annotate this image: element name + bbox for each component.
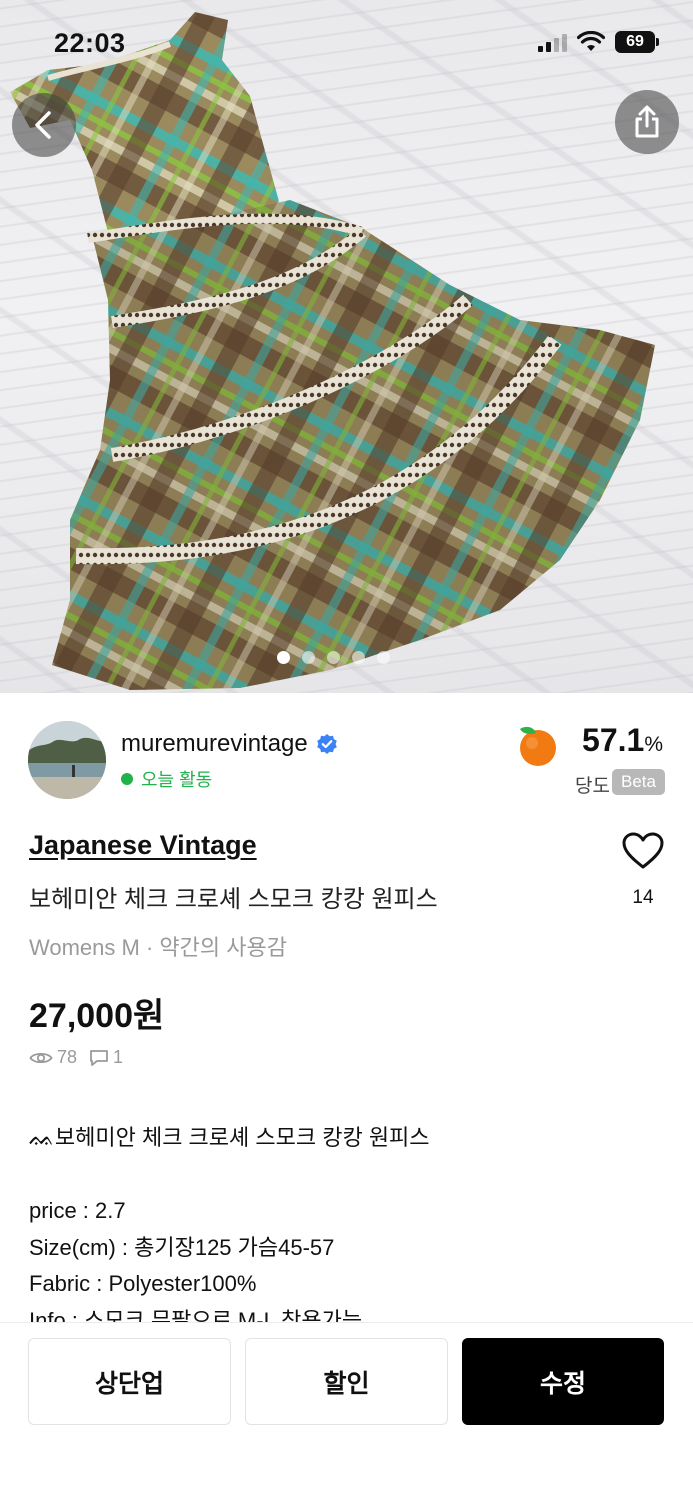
eye-icon [29, 1052, 53, 1063]
battery-icon: 69 [615, 31, 659, 53]
online-dot-icon [121, 773, 133, 785]
activity-text: 오늘 활동 [141, 770, 213, 790]
like-count: 14 [632, 887, 654, 908]
comment-icon [90, 1049, 108, 1066]
bottom-action-bar: 상단업 할인 수정 [0, 1322, 693, 1500]
view-count: 78 [57, 1047, 78, 1067]
avatar-image [28, 721, 106, 799]
seller-avatar[interactable] [28, 721, 106, 799]
peach-icon [520, 726, 556, 766]
wifi-icon [577, 31, 605, 51]
gallery-dot[interactable] [377, 651, 390, 664]
product-stats: 78 1 [29, 1047, 129, 1068]
brand-link[interactable]: Japanese Vintage [29, 830, 257, 861]
like-button[interactable] [620, 828, 666, 874]
gallery-dot[interactable] [277, 651, 290, 664]
beta-badge: Beta [612, 769, 665, 795]
chevron-left-icon [35, 111, 51, 139]
verified-badge-icon [316, 734, 337, 754]
description-line: price : 2.7 [29, 1198, 126, 1223]
gallery-dot[interactable] [352, 651, 365, 664]
share-icon [635, 105, 659, 138]
description-line: ᨐ보헤미안 체크 크로셰 스모크 캉캉 원피스 [29, 1125, 430, 1150]
sweetness-value: 57.1 [582, 722, 645, 758]
description-line: Size(cm) : 총기장125 가슴45-57 [29, 1234, 335, 1260]
heart-icon [622, 832, 664, 869]
seller-name-text: muremurevintage [121, 730, 308, 757]
product-photo [10, 12, 655, 690]
product-description: ᨐ보헤미안 체크 크로셰 스모크 캉캉 원피스 price : 2.7 Size… [29, 1120, 669, 1322]
product-title: 보헤미안 체크 크로셰 스모크 캉캉 원피스 [29, 886, 438, 913]
description-line: Info : 스모크 뮤팔으로 M-L 착용가능 [29, 1307, 363, 1323]
discount-button[interactable]: 할인 [245, 1338, 448, 1425]
gallery-pagination[interactable] [277, 651, 390, 664]
product-price: 27,000원 [29, 997, 165, 1035]
gallery-dot[interactable] [327, 651, 340, 664]
product-image-gallery[interactable]: 22:03 69 [0, 0, 693, 693]
comment-count: 1 [113, 1047, 124, 1067]
gallery-dot[interactable] [302, 651, 315, 664]
back-button[interactable] [12, 93, 76, 157]
description-line [29, 1157, 669, 1194]
sweetness-label: 당도 [575, 776, 610, 797]
status-indicators: 69 [538, 31, 659, 53]
bump-button[interactable]: 상단업 [28, 1338, 231, 1425]
seller-name[interactable]: muremurevintage [121, 730, 338, 758]
description-line: Fabric : Polyester100% [29, 1271, 257, 1296]
share-button[interactable] [615, 90, 679, 154]
cellular-signal-icon [538, 32, 567, 52]
product-meta: Womens M · 약간의 사용감 [29, 935, 287, 960]
sweetness-score[interactable]: 57.1% [582, 722, 663, 759]
edit-button[interactable]: 수정 [462, 1338, 664, 1425]
status-time: 22:03 [54, 28, 126, 58]
sweetness-unit: % [644, 733, 663, 756]
activity-status: 오늘 활동 [121, 766, 212, 792]
